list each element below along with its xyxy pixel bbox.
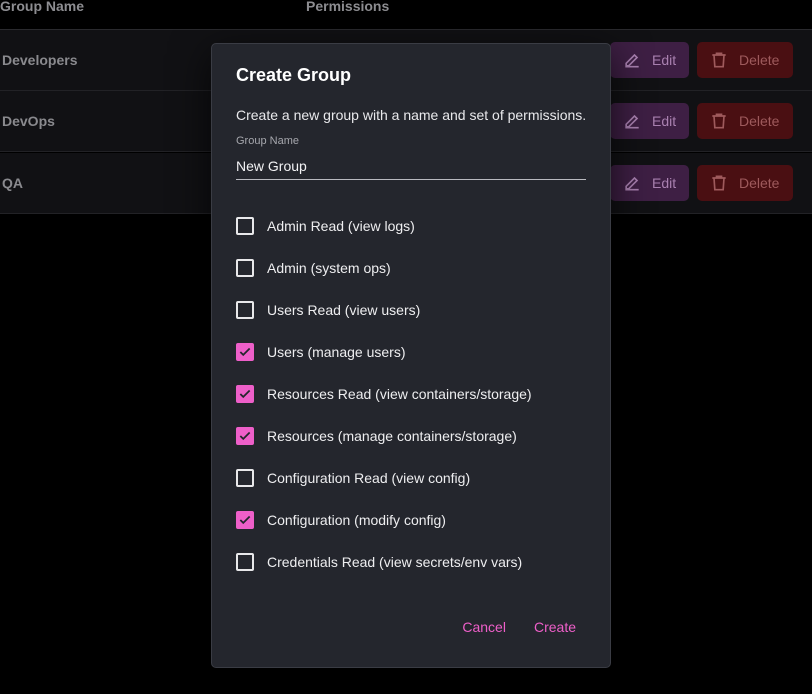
group-name-label: Group Name [236,135,299,147]
group-name-cell: Developers [2,52,78,68]
permission-label: Users Read (view users) [267,302,421,318]
delete-button[interactable]: Delete [697,42,793,78]
checkbox[interactable] [236,469,254,487]
cancel-button[interactable]: Cancel [452,611,516,643]
pencil-icon [625,53,639,68]
permission-label: Admin (system ops) [267,260,391,276]
dialog-description: Create a new group with a name and set o… [236,107,587,123]
trash-icon [712,52,726,68]
permission-label: Admin Read (view logs) [267,218,415,234]
table-header: Group Name Permissions [0,0,812,30]
delete-button-label: Delete [739,52,780,68]
delete-button[interactable]: Delete [697,103,793,139]
edit-button-label: Edit [652,175,677,191]
column-header-group-name: Group Name [0,0,85,14]
edit-button[interactable]: Edit [610,103,689,139]
permission-label: Credentials Read (view secrets/env vars) [267,554,523,570]
edit-button[interactable]: Edit [610,42,689,78]
permissions-list: Admin Read (view logs) Admin (system ops… [236,205,596,583]
permission-label: Users (manage users) [267,344,406,360]
checkbox[interactable] [236,553,254,571]
edit-button-label: Edit [652,113,677,129]
pencil-icon [625,114,639,129]
create-group-dialog: Create Group Create a new group with a n… [211,43,611,668]
permission-users[interactable]: Users (manage users) [236,331,596,373]
permission-admin-read[interactable]: Admin Read (view logs) [236,205,596,247]
permission-configuration[interactable]: Configuration (modify config) [236,499,596,541]
dialog-actions: Cancel Create [452,611,586,643]
checkbox[interactable] [236,343,254,361]
permission-label: Configuration Read (view config) [267,470,471,486]
checkbox[interactable] [236,259,254,277]
permission-label: Resources (manage containers/storage) [267,428,517,444]
permission-credentials-read[interactable]: Credentials Read (view secrets/env vars) [236,541,596,583]
edit-button-label: Edit [652,52,677,68]
checkmark-icon [239,431,251,441]
page: Group Name Permissions Developers Edit D… [0,0,812,694]
pencil-icon [625,176,639,191]
permission-label: Configuration (modify config) [267,512,446,528]
edit-button[interactable]: Edit [610,165,689,201]
delete-button-label: Delete [739,113,780,129]
delete-button[interactable]: Delete [697,165,793,201]
permission-configuration-read[interactable]: Configuration Read (view config) [236,457,596,499]
group-name-cell: DevOps [2,113,55,129]
create-button[interactable]: Create [524,611,586,643]
checkmark-icon [239,515,251,525]
permission-users-read[interactable]: Users Read (view users) [236,289,596,331]
column-header-permissions: Permissions [306,0,390,14]
permission-resources-read[interactable]: Resources Read (view containers/storage) [236,373,596,415]
delete-button-label: Delete [739,175,780,191]
permission-admin[interactable]: Admin (system ops) [236,247,596,289]
permission-label: Resources Read (view containers/storage) [267,386,532,402]
trash-icon [712,175,726,191]
dialog-title: Create Group [236,65,352,85]
checkbox[interactable] [236,511,254,529]
checkbox[interactable] [236,217,254,235]
group-name-cell: QA [2,175,23,191]
group-name-input[interactable] [236,152,586,180]
permission-resources[interactable]: Resources (manage containers/storage) [236,415,596,457]
checkmark-icon [239,347,251,357]
trash-icon [712,113,726,129]
checkmark-icon [239,389,251,399]
checkbox[interactable] [236,385,254,403]
checkbox[interactable] [236,427,254,445]
checkbox[interactable] [236,301,254,319]
